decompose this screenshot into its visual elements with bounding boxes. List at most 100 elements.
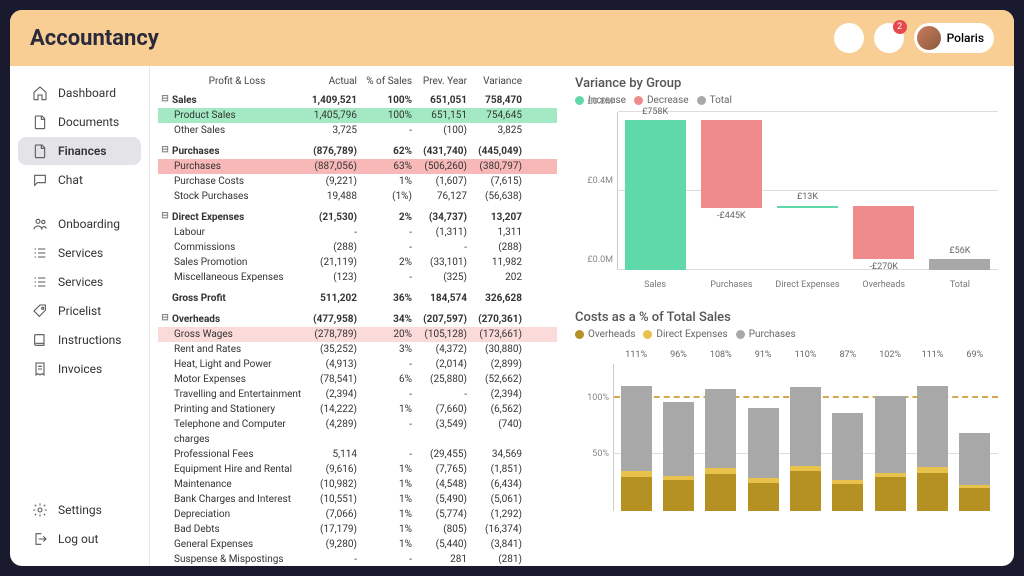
st-segment [875,396,906,473]
expand-icon[interactable]: ⊟ [158,312,172,327]
nav-services[interactable]: Services [18,268,141,296]
cell-var: 758,470 [467,93,522,108]
expand-icon [158,270,172,285]
st-segment [832,484,863,511]
doc-icon [32,143,48,159]
nav-chat[interactable]: Chat [18,166,141,194]
row-name: Rent and Rates [172,342,302,357]
st-segment [748,408,779,478]
cell-actual: (278,789) [302,327,357,342]
pl-row: General Expenses (9,280) 1% (5,440) (3,8… [158,537,557,552]
cell-pct: 1% [357,477,412,492]
wf-bar-label: £758K [617,107,693,117]
row-name: Printing and Stationery [172,402,302,417]
pl-body: ⊟ Sales 1,409,521 100% 651,051 758,470 P… [158,93,557,566]
nav-finances[interactable]: Finances [18,137,141,165]
cell-var: (30,880) [467,342,522,357]
y-tick: £0.4M [575,176,613,186]
row-name: Bank Charges and Interest [172,492,302,507]
st-col: 108% [704,364,738,511]
wf-bar-label: £13K [769,192,845,202]
wf-x-label: Overheads [846,280,922,290]
cell-prev: 281 [412,552,467,566]
cell-pct: 63% [357,159,412,174]
nav-pricelist[interactable]: Pricelist [18,297,141,325]
cell-actual: (9,280) [302,537,357,552]
nav-onboarding[interactable]: Onboarding [18,210,141,238]
cell-actual: (288) [302,240,357,255]
cell-pct: - [357,447,412,462]
cell-pct: - [357,123,412,138]
wf-bar [777,206,838,209]
nav-log-out[interactable]: Log out [18,525,141,553]
pl-row: Professional Fees 5,114 - (29,455) 34,56… [158,447,557,462]
st-col: 102% [873,364,907,511]
st-segment [663,480,694,511]
cell-prev: (5,774) [412,507,467,522]
st-total-label: 91% [746,350,780,360]
user-menu[interactable]: Polaris [914,23,994,53]
cell-prev: (805) [412,522,467,537]
cell-var: (445,049) [467,144,522,159]
cell-var: (16,374) [467,522,522,537]
st-total-label: 96% [661,350,695,360]
expand-icon [158,189,172,204]
row-name: Motor Expenses [172,372,302,387]
y-tick: £0.0M [575,255,613,265]
cell-pct: - [357,240,412,255]
wf-col: -£445K Purchases [693,112,769,270]
expand-icon [158,372,172,387]
cell-prev: 184,574 [412,291,467,306]
cell-prev: (100) [412,123,467,138]
cell-actual: (9,221) [302,174,357,189]
st-segment [917,386,948,467]
cell-var: 326,628 [467,291,522,306]
cell-prev: 651,151 [412,108,467,123]
nav-documents[interactable]: Documents [18,108,141,136]
wf-col: -£270K Overheads [846,112,922,270]
cell-prev: - [412,240,467,255]
cell-prev: (506,260) [412,159,467,174]
cell-var: (3,841) [467,537,522,552]
row-name: Sales [172,93,302,108]
nav-label: Invoices [58,362,102,376]
pl-row: Product Sales 1,405,796 100% 651,151 754… [158,108,557,123]
expand-icon [158,402,172,417]
cell-pct: 1% [357,522,412,537]
pl-row: Labour - - (1,311) 1,311 [158,225,557,240]
st-col: 111% [915,364,949,511]
nav-settings[interactable]: Settings [18,496,141,524]
st-segment [790,466,821,472]
cell-var: (56,638) [467,189,522,204]
pl-row: Miscellaneous Expenses (123) - (325) 202 [158,270,557,285]
add-button[interactable] [834,23,864,53]
expand-icon [158,342,172,357]
nav-label: Services [58,275,103,289]
nav-dashboard[interactable]: Dashboard [18,79,141,107]
pl-row: Sales Promotion (21,119) 2% (33,101) 11,… [158,255,557,270]
legend-label: Purchases [749,329,796,340]
pl-row: Maintenance (10,982) 1% (4,548) (6,434) [158,477,557,492]
waterfall-title: Variance by Group [575,76,998,91]
nav-instructions[interactable]: Instructions [18,326,141,354]
row-name: Maintenance [172,477,302,492]
list-icon [32,274,48,290]
nav-invoices[interactable]: Invoices [18,355,141,383]
st-segment [959,485,990,488]
col-actual: Actual [302,76,357,87]
cell-pct: 1% [357,174,412,189]
expand-icon[interactable]: ⊟ [158,144,172,159]
expand-icon [158,522,172,537]
expand-icon[interactable]: ⊟ [158,93,172,108]
cell-actual: 1,409,521 [302,93,357,108]
cell-var: (7,615) [467,174,522,189]
pl-row: Commissions (288) - - (288) [158,240,557,255]
cell-prev: (207,597) [412,312,467,327]
wf-x-label: Purchases [693,280,769,290]
row-name: Stock Purchases [172,189,302,204]
nav-services[interactable]: Services [18,239,141,267]
cell-var: 11,982 [467,255,522,270]
row-name: Other Sales [172,123,302,138]
expand-icon[interactable]: ⊟ [158,210,172,225]
notifications-button[interactable]: 2 [874,23,904,53]
